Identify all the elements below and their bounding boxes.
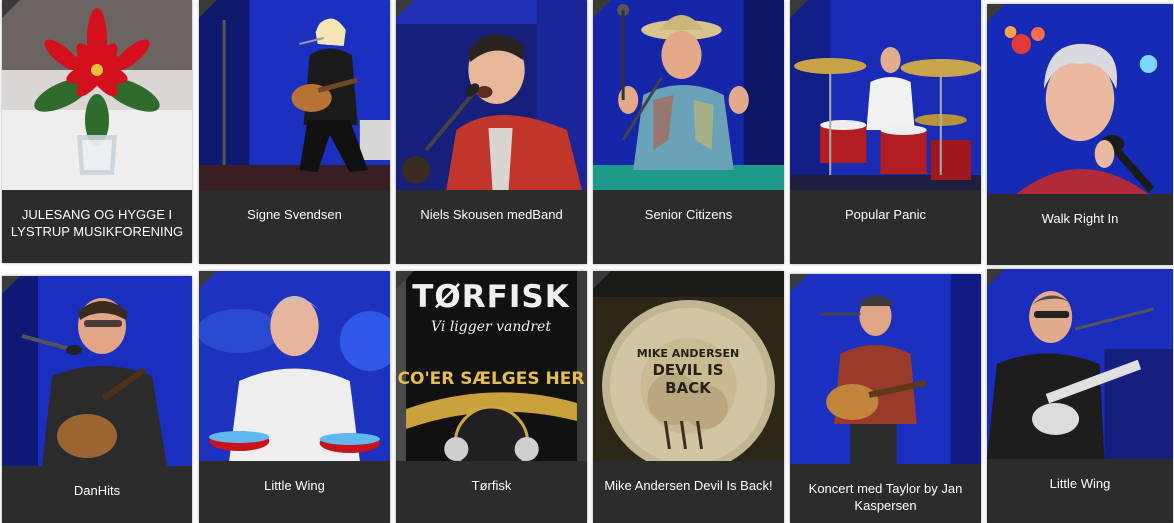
event-thumbnail[interactable] — [199, 0, 390, 190]
event-card-taylor-jan-kaspersen[interactable]: Koncert med Taylor by Jan Kaspersen — [790, 274, 981, 523]
event-title[interactable]: Little Wing — [993, 475, 1167, 492]
card-corner-fold — [199, 0, 217, 18]
drumhead-line3: BACK — [665, 379, 711, 397]
event-card-niels-skousen[interactable]: Niels Skousen medBand — [396, 0, 587, 264]
event-card-signe-svendsen[interactable]: Signe Svendsen — [199, 0, 390, 264]
card-corner-fold — [790, 0, 808, 18]
event-title[interactable]: Mike Andersen Devil Is Back! — [599, 477, 778, 494]
card-corner-fold — [396, 0, 414, 18]
poster-tagline: CO'ER SÆLGES HER — [397, 369, 585, 389]
card-corner-fold — [987, 269, 1005, 287]
event-card-little-wing-1[interactable]: Little Wing — [199, 271, 390, 523]
poster-slogan: Vi ligger vandret — [431, 319, 551, 335]
card-corner-fold — [987, 4, 1005, 22]
drumhead-line2: DEVIL IS — [652, 361, 724, 379]
event-card-mike-andersen[interactable]: MIKE ANDERSEN DEVIL IS BACK Mike Anderse… — [593, 271, 784, 523]
card-corner-fold — [2, 276, 20, 294]
event-title[interactable]: Tørfisk — [402, 477, 581, 494]
event-thumbnail[interactable] — [2, 0, 192, 190]
event-title[interactable]: Signe Svendsen — [205, 206, 384, 223]
event-card-torfisk[interactable]: TØRFISK Vi ligger vandret CO'ER SÆLGES H… — [396, 271, 587, 523]
event-thumbnail[interactable] — [593, 0, 784, 190]
event-title[interactable]: Little Wing — [205, 477, 384, 494]
event-card-julesang[interactable]: JULESANG OG HYGGE I LYSTRUP MUSIKFORENIN… — [2, 0, 192, 263]
event-card-little-wing-2[interactable]: Little Wing — [987, 269, 1173, 523]
event-card-senior-citizens[interactable]: Senior Citizens — [593, 0, 784, 264]
event-thumbnail[interactable] — [790, 274, 981, 464]
drumhead-line1: MIKE ANDERSEN — [636, 347, 740, 360]
event-title[interactable]: Walk Right In — [993, 210, 1167, 227]
card-corner-fold — [2, 0, 20, 18]
event-card-danhits[interactable]: DanHits — [2, 276, 192, 523]
event-title[interactable]: JULESANG OG HYGGE I LYSTRUP MUSIKFORENIN… — [8, 206, 186, 240]
card-corner-fold — [790, 274, 808, 292]
event-thumbnail[interactable] — [790, 0, 981, 190]
card-corner-fold — [396, 271, 414, 289]
event-title[interactable]: Popular Panic — [796, 206, 975, 223]
poster-brand: TØRFISK — [412, 279, 570, 315]
event-title[interactable]: Senior Citizens — [599, 206, 778, 223]
event-card-popular-panic[interactable]: Popular Panic — [790, 0, 981, 264]
event-thumbnail[interactable] — [987, 4, 1173, 194]
event-thumbnail[interactable] — [199, 271, 390, 461]
event-thumbnail[interactable] — [987, 269, 1173, 459]
event-title[interactable]: Koncert med Taylor by Jan Kaspersen — [796, 480, 975, 514]
event-thumbnail[interactable] — [396, 0, 587, 190]
event-title[interactable]: Niels Skousen medBand — [402, 206, 581, 223]
event-thumbnail[interactable]: TØRFISK Vi ligger vandret CO'ER SÆLGES H… — [396, 271, 587, 461]
event-thumbnail[interactable] — [2, 276, 192, 466]
card-corner-fold — [199, 271, 217, 289]
event-title[interactable]: DanHits — [8, 482, 186, 499]
event-thumbnail[interactable]: MIKE ANDERSEN DEVIL IS BACK — [593, 271, 784, 461]
card-corner-fold — [593, 271, 611, 289]
card-corner-fold — [593, 0, 611, 18]
event-card-walk-right-in[interactable]: Walk Right In — [987, 4, 1173, 265]
